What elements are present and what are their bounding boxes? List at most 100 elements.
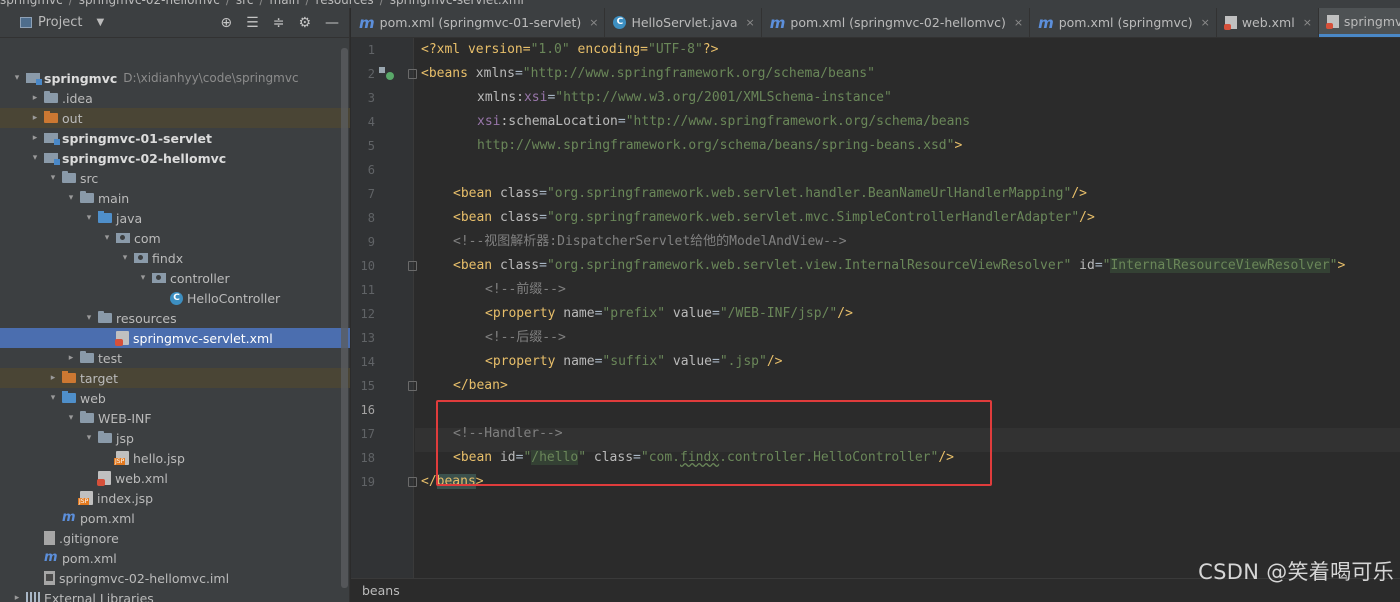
tree-item[interactable]: ▸ springmvc-01-servlet [0,128,350,148]
editor-tab[interactable]: m pom.xml (springmvc-01-servlet) × [351,8,606,37]
tree-item[interactable]: ▸ test [0,348,350,368]
chevron-down-icon[interactable]: ▾ [100,233,114,243]
tree-item[interactable]: springmvc-02-hellomvc.iml [0,568,350,588]
chevron-right-icon[interactable]: ▸ [28,133,42,143]
editor-tab-label: pom.xml (springmvc) [1058,15,1193,30]
tree-item[interactable]: ▾ springmvc D:\xidianhyy\code\springmvc [0,68,350,88]
chevron-down-icon[interactable]: ▾ [136,273,150,283]
tree-item-label: com [134,230,161,246]
project-view-selector[interactable]: Project [38,15,82,30]
tree-item[interactable]: ▸ target [0,368,350,388]
code-line-14: <property name="suffix" value=".jsp"/> [485,354,783,369]
chevron-right-icon[interactable]: ▸ [64,353,78,363]
tree-item[interactable]: hello.jsp [0,448,350,468]
project-tree-scrollbar[interactable] [341,48,348,588]
code-line-3: xmlns:xsi="http://www.w3.org/2001/XMLSch… [477,90,892,105]
line-number: 12 [360,307,375,321]
breadcrumb-item[interactable]: springmvc-02-hellomvc [79,0,220,8]
tree-item-label: web [80,390,106,406]
code-line-19: </beans> [421,474,484,489]
tree-item[interactable]: ▾ jsp [0,428,350,448]
editor-tab[interactable]: m pom.xml (springmvc-02-hellomvc) × [762,8,1031,37]
chevron-down-icon[interactable]: ▾ [82,433,96,443]
folder-icon [80,191,94,203]
chevron-down-icon[interactable]: ▼ [96,17,104,28]
code-line-10: <bean class="org.springframework.web.ser… [453,258,1346,273]
breadcrumb-item[interactable]: main [270,0,300,8]
breadcrumb-item[interactable]: resources [316,0,374,8]
close-icon[interactable]: × [1201,16,1210,29]
collapse-all-icon[interactable]: ≑ [273,15,285,31]
editor-tab[interactable]: web.xml × [1217,8,1319,37]
code-line-4: xsi:schemaLocation="http://www.springfra… [477,114,971,129]
tree-item[interactable]: ▾ controller [0,268,350,288]
editor-tab[interactable]: C HelloServlet.java × [605,8,762,37]
line-number: 13 [360,331,375,345]
tree-item[interactable]: ▾ resources [0,308,350,328]
package-icon [116,233,130,243]
xml-file-icon [1223,16,1237,30]
tree-item[interactable]: ▸ .idea [0,88,350,108]
tree-item[interactable]: ▸ External Libraries [0,588,350,602]
tree-item[interactable]: ▾ java [0,208,350,228]
breadcrumb-item[interactable]: springmvc [0,0,63,8]
tree-item[interactable]: ▾ src [0,168,350,188]
chevron-right-icon[interactable]: ▸ [46,373,60,383]
tree-item[interactable]: ▾ WEB-INF [0,408,350,428]
chevron-right-icon[interactable]: ▸ [28,93,42,103]
line-number: 1 [367,43,375,57]
chevron-right-icon[interactable]: ▸ [10,593,24,602]
tree-item[interactable]: m pom.xml [0,508,350,528]
chevron-down-icon[interactable]: ▾ [64,413,78,423]
line-number: 8 [367,211,375,225]
code-area[interactable]: <?xml version="1.0" encoding="UTF-8"?> <… [415,38,1400,578]
minimize-icon[interactable]: — [325,15,339,31]
tree-item[interactable]: ▾ springmvc-02-hellomvc [0,148,350,168]
tree-item[interactable]: ▾ com [0,228,350,248]
line-number: 2 [367,67,375,81]
line-number: 10 [360,259,375,273]
tree-item[interactable]: web.xml [0,468,350,488]
expand-all-icon[interactable]: ☰ [246,15,259,31]
tree-item[interactable]: .gitignore [0,528,350,548]
folder-orange-icon [44,111,58,123]
tree-item[interactable]: ▾ main [0,188,350,208]
tree-item[interactable]: ▾ findx [0,248,350,268]
editor-tab[interactable]: m pom.xml (springmvc) × [1030,8,1217,37]
tree-item[interactable]: m pom.xml [0,548,350,568]
watermark: CSDN @笑着喝可乐 [1198,560,1394,584]
tree-item[interactable]: ▾ web [0,388,350,408]
chevron-down-icon[interactable]: ▾ [46,393,60,403]
chevron-down-icon[interactable]: ▾ [28,153,42,163]
code-line-18: <bean id="/hello" class="com.findx.contr… [453,450,954,465]
tree-item-label: springmvc-02-hellomvc [62,150,227,166]
tree-item-label: External Libraries [44,590,154,602]
breadcrumb-item[interactable]: src [236,0,254,8]
chevron-down-icon[interactable]: ▾ [10,73,24,83]
tree-item[interactable]: index.jsp [0,488,350,508]
tree-item[interactable]: C HelloController [0,288,350,308]
close-icon[interactable]: × [1303,16,1312,29]
chevron-down-icon[interactable]: ▾ [82,313,96,323]
tree-item-label: springmvc [44,70,118,86]
line-number: 17 [360,427,375,441]
close-icon[interactable]: × [1014,16,1023,29]
close-icon[interactable]: × [746,16,755,29]
chevron-right-icon[interactable]: ▸ [28,113,42,123]
gear-icon[interactable]: ⚙ [298,15,311,31]
close-icon[interactable]: × [589,16,598,29]
crosshair-icon[interactable]: ⊕ [220,15,232,31]
editor-tab[interactable]: springmvc-servlet.xml× [1318,8,1400,37]
chevron-down-icon[interactable]: ▾ [82,213,96,223]
code-line-8: <bean class="org.springframework.web.ser… [453,210,1095,225]
chevron-down-icon[interactable]: ▾ [64,193,78,203]
spring-bean-gutter-icon[interactable] [379,67,395,81]
tree-item-label: index.jsp [97,490,154,506]
tree-item[interactable]: ▸ out [0,108,350,128]
code-line-1: <?xml version="1.0" encoding="UTF-8"?> [421,42,719,57]
chevron-down-icon[interactable]: ▾ [118,253,132,263]
iml-file-icon [44,571,55,585]
breadcrumb-item[interactable]: springmvc-servlet.xml [390,0,524,8]
tree-item[interactable]: springmvc-servlet.xml [0,328,350,348]
chevron-down-icon[interactable]: ▾ [46,173,60,183]
